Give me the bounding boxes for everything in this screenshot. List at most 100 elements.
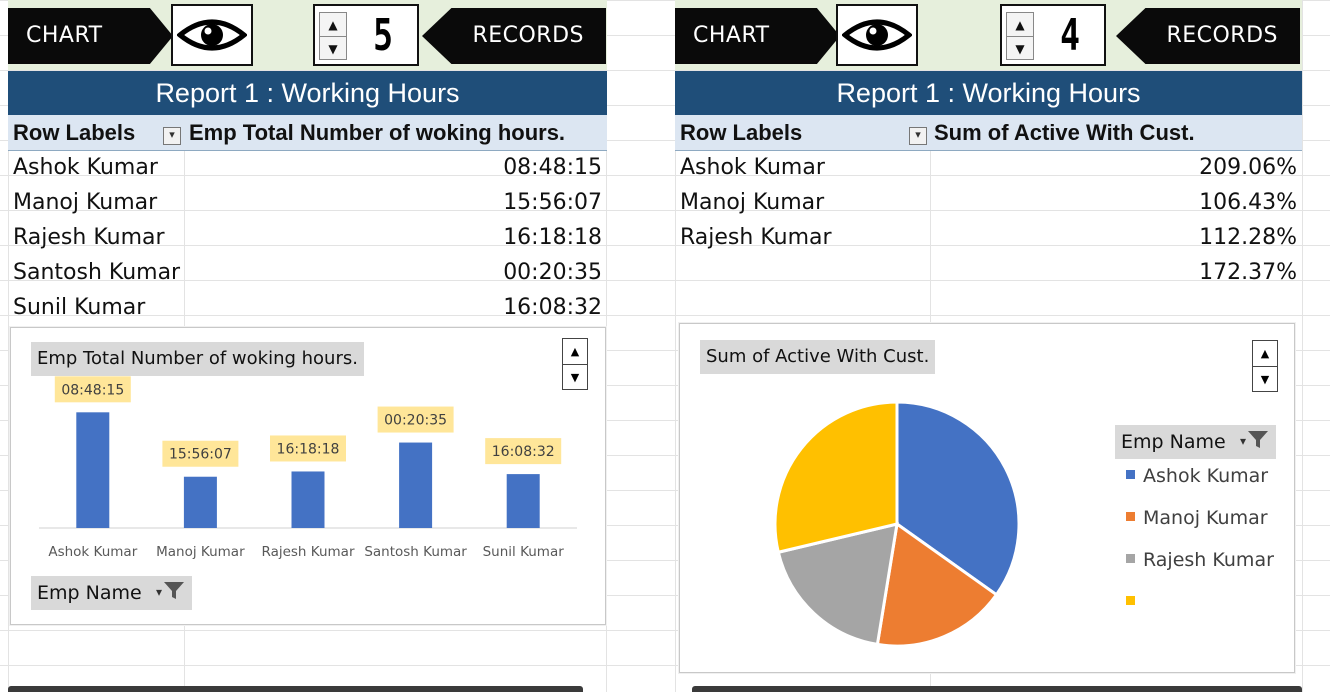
- bar: [183, 476, 217, 528]
- pivot-row: Ashok Kumar 209.06%: [675, 150, 1302, 185]
- pivot-header: Row Labels ▾ Sum of Active With Cust.: [675, 115, 1302, 151]
- scroll-down-icon[interactable]: ▼: [1253, 367, 1277, 392]
- chart-scroll-control[interactable]: ▲ ▼: [1252, 340, 1278, 392]
- legend-item: Manoj Kumar: [1126, 507, 1268, 529]
- eye-icon: [177, 19, 247, 51]
- spin-down-icon[interactable]: ▼: [320, 37, 346, 60]
- row-name: Manoj Kumar: [680, 190, 825, 215]
- pivot-row: Sunil Kumar 16:08:32: [8, 290, 607, 325]
- bar-chart: 08:48:15 Ashok Kumar 15:56:07 Manoj Kumar 16…: [39, 376, 577, 560]
- records-spinner[interactable]: ▲ ▼ 5: [313, 4, 419, 66]
- filter-label: Emp Name: [37, 582, 142, 604]
- sheet-scrollbar[interactable]: [692, 686, 1302, 692]
- pivot-row: Manoj Kumar 106.43%: [675, 185, 1302, 220]
- data-label: 08:48:15: [61, 382, 124, 398]
- eye-icon: [842, 19, 912, 51]
- legend-item: [1126, 591, 1143, 613]
- legend-item: Ashok Kumar: [1126, 465, 1268, 487]
- row-labels-header: Row Labels: [13, 120, 136, 145]
- pie-slice: [773, 400, 899, 555]
- pivot-row: Santosh Kumar 00:20:35: [8, 255, 607, 290]
- spinner-arrows[interactable]: ▲ ▼: [1006, 12, 1034, 60]
- spin-up-icon[interactable]: ▲: [320, 13, 346, 37]
- row-value: 209.06%: [1199, 155, 1297, 180]
- row-value: 106.43%: [1199, 190, 1297, 215]
- view-chart-button[interactable]: [171, 4, 253, 66]
- pivot-row: Rajesh Kumar 112.28%: [675, 220, 1302, 255]
- legend-label: Ashok Kumar: [1143, 465, 1269, 487]
- pivot-row: Rajesh Kumar 16:18:18: [8, 220, 607, 255]
- row-labels-header: Row Labels: [680, 120, 803, 145]
- bar: [76, 412, 110, 528]
- svg-text:▾: ▾: [1240, 434, 1246, 448]
- spin-up-icon[interactable]: ▲: [1007, 13, 1033, 37]
- pie-chart-container[interactable]: Sum of Active With Cust. ▲ ▼ Emp Name ▾ …: [679, 323, 1295, 673]
- chart-label-arrow: CHART: [675, 8, 840, 64]
- row-value: 112.28%: [1199, 225, 1297, 250]
- row-value: 16:18:18: [503, 225, 602, 250]
- row-filter-dropdown-icon[interactable]: ▾: [909, 127, 927, 145]
- row-name: Manoj Kumar: [13, 190, 158, 215]
- pivot-row: 172.37%: [675, 255, 1302, 290]
- row-name: Rajesh Kumar: [680, 225, 832, 250]
- row-filter-dropdown-icon[interactable]: ▾: [163, 127, 181, 145]
- category-label: Sunil Kumar: [483, 544, 565, 560]
- records-spinner[interactable]: ▲ ▼ 4: [1000, 4, 1106, 66]
- scroll-up-icon[interactable]: ▲: [563, 339, 587, 365]
- legend-swatch: [1126, 512, 1135, 521]
- category-label: Rajesh Kumar: [261, 544, 354, 560]
- legend-emp-name-filter-button[interactable]: Emp Name ▾: [1115, 425, 1276, 459]
- report-title: Report 1 : Working Hours: [8, 71, 607, 115]
- value-column-header: Emp Total Number of woking hours.: [189, 120, 566, 145]
- filter-icon: ▾: [156, 577, 186, 611]
- spinner-arrows[interactable]: ▲ ▼: [319, 12, 347, 60]
- row-name: Rajesh Kumar: [13, 225, 165, 250]
- pivot-row: Manoj Kumar 15:56:07: [8, 185, 607, 220]
- filter-icon: ▾: [1240, 426, 1270, 460]
- row-name: Santosh Kumar: [13, 260, 181, 285]
- svg-text:▾: ▾: [156, 585, 162, 599]
- legend-item: Rajesh Kumar: [1126, 549, 1274, 571]
- bar: [506, 474, 540, 528]
- data-label: 15:56:07: [169, 447, 232, 463]
- records-label-arrow: RECORDS: [422, 8, 606, 64]
- row-name: Ashok Kumar: [13, 155, 158, 180]
- chart-value-field-button[interactable]: Sum of Active With Cust.: [700, 340, 936, 374]
- row-value: 16:08:32: [503, 295, 602, 320]
- legend-label: Rajesh Kumar: [1143, 549, 1274, 571]
- bar: [291, 471, 325, 528]
- spin-down-icon[interactable]: ▼: [1007, 37, 1033, 60]
- row-name: Ashok Kumar: [680, 155, 825, 180]
- row-value: 00:20:35: [503, 260, 602, 285]
- pivot-row: Ashok Kumar 08:48:15: [8, 150, 607, 185]
- legend-label: Manoj Kumar: [1143, 507, 1268, 529]
- scroll-up-icon[interactable]: ▲: [1253, 341, 1277, 367]
- legend-swatch: [1126, 554, 1135, 563]
- report-title: Report 1 : Working Hours: [675, 71, 1302, 115]
- category-label: Manoj Kumar: [156, 544, 245, 560]
- filter-label: Emp Name: [1121, 431, 1226, 453]
- chart-label-arrow: CHART: [8, 8, 173, 64]
- row-name: Sunil Kumar: [13, 295, 146, 320]
- records-label-arrow: RECORDS: [1116, 8, 1300, 64]
- records-count: 4: [1060, 9, 1080, 61]
- view-chart-button[interactable]: [836, 4, 918, 66]
- emp-name-filter-button[interactable]: Emp Name ▾: [31, 576, 192, 610]
- data-label: 00:20:35: [384, 413, 447, 429]
- category-label: Ashok Kumar: [48, 544, 137, 560]
- row-value: 15:56:07: [503, 190, 602, 215]
- bar: [399, 442, 433, 528]
- bar-chart-container[interactable]: Emp Total Number of woking hours. ▲ ▼ 08…: [10, 327, 606, 625]
- data-label: 16:08:32: [492, 444, 555, 460]
- sheet-scrollbar[interactable]: [8, 686, 583, 692]
- records-count: 5: [373, 9, 393, 61]
- row-value: 08:48:15: [503, 155, 602, 180]
- data-label: 16:18:18: [277, 441, 340, 457]
- legend-swatch: [1126, 596, 1135, 605]
- value-column-header: Sum of Active With Cust.: [934, 120, 1195, 145]
- pie-chart: [773, 400, 1021, 648]
- pivot-header: Row Labels ▾ Emp Total Number of woking …: [8, 115, 607, 151]
- category-label: Santosh Kumar: [364, 544, 467, 560]
- legend-swatch: [1126, 470, 1135, 479]
- row-value: 172.37%: [1199, 260, 1297, 285]
